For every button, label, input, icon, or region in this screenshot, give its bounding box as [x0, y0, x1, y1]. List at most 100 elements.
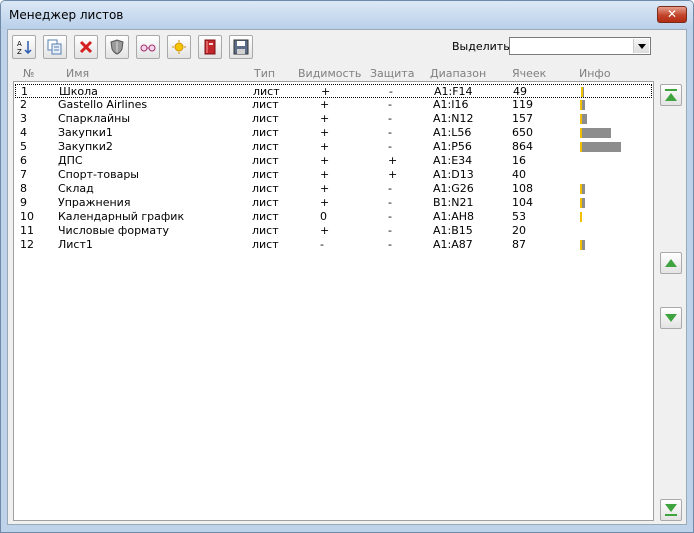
row-protection: - — [388, 196, 392, 209]
save-button[interactable] — [229, 35, 253, 59]
row-num: 1 — [21, 85, 28, 98]
row-visibility: + — [320, 224, 330, 237]
header-num[interactable]: № — [23, 67, 34, 80]
header-range[interactable]: Диапазон — [430, 67, 486, 80]
header-visibility[interactable]: Видимость — [298, 67, 361, 80]
table-row[interactable]: 4 Закупки1 лист + - A1:L56 650 — [15, 126, 652, 140]
workbook-button[interactable] — [198, 35, 222, 59]
window-title: Менеджер листов — [9, 8, 124, 22]
row-name: Склад — [58, 182, 94, 195]
row-num: 11 — [20, 224, 34, 237]
table-row[interactable]: 5 Закупки2 лист + - A1:P56 864 — [15, 140, 652, 154]
row-protection: - — [388, 238, 392, 251]
row-visibility: + — [321, 85, 331, 98]
sheet-manager-window: Менеджер листов ✕ A Z Выделить № Имя Тип… — [0, 0, 694, 533]
info-bar — [580, 212, 582, 222]
new-sheet-button[interactable] — [167, 35, 191, 59]
row-visibility: + — [320, 182, 330, 195]
row-range: A1:D13 — [433, 168, 474, 181]
table-row[interactable]: 8 Склад лист + - A1:G26 108 — [15, 182, 652, 196]
row-num: 10 — [20, 210, 34, 223]
move-top-icon — [665, 89, 677, 101]
info-bar — [580, 198, 585, 208]
row-range: A1:B15 — [433, 224, 473, 237]
row-protection: - — [388, 112, 392, 125]
row-name: Упражнения — [58, 196, 131, 209]
row-visibility: + — [320, 168, 330, 181]
row-cells: 650 — [512, 126, 533, 139]
copy-sheets-button[interactable] — [43, 35, 67, 59]
row-type: лист — [252, 238, 279, 251]
shield-icon — [110, 39, 124, 55]
close-button[interactable]: ✕ — [657, 6, 687, 23]
row-range: A1:I16 — [433, 98, 469, 111]
table-row[interactable]: 12 Лист1 лист - - A1:A87 87 — [15, 238, 652, 252]
table-row[interactable]: 3 Спарклайны лист + - A1:N12 157 — [15, 112, 652, 126]
info-bar — [580, 240, 585, 250]
row-num: 5 — [20, 140, 27, 153]
protect-button[interactable] — [105, 35, 129, 59]
header-type[interactable]: Тип — [254, 67, 275, 80]
row-protection: - — [389, 85, 393, 98]
title-bar[interactable]: Менеджер листов ✕ — [1, 1, 693, 29]
row-cells: 16 — [512, 154, 526, 167]
row-type: лист — [252, 210, 279, 223]
visibility-button[interactable] — [136, 35, 160, 59]
row-range: B1:N21 — [433, 196, 474, 209]
move-up-button[interactable] — [660, 252, 682, 274]
row-num: 8 — [20, 182, 27, 195]
row-num: 12 — [20, 238, 34, 251]
sheet-list[interactable]: 1 Школа лист + - A1:F14 49 2 Gastello Airlines ли… — [13, 81, 654, 521]
row-num: 9 — [20, 196, 27, 209]
row-name: Спарклайны — [58, 112, 131, 125]
header-protection[interactable]: Защита — [370, 67, 414, 80]
info-bar — [581, 87, 584, 97]
row-visibility: + — [320, 98, 330, 111]
row-name: Школа — [59, 85, 98, 98]
move-bottom-button[interactable] — [660, 499, 682, 521]
row-num: 2 — [20, 98, 27, 111]
table-row[interactable]: 2 Gastello Airlines лист + - A1:I16 119 — [15, 98, 652, 112]
delete-button[interactable] — [74, 35, 98, 59]
row-protection: - — [388, 98, 392, 111]
row-type: лист — [252, 154, 279, 167]
move-top-button[interactable] — [660, 84, 682, 106]
header-cells[interactable]: Ячеек — [512, 67, 546, 80]
table-row[interactable]: 11 Числовые формату лист + - A1:B15 20 — [15, 224, 652, 238]
row-type: лист — [252, 140, 279, 153]
move-bottom-icon — [665, 504, 677, 516]
row-name: ДПС — [58, 154, 83, 167]
row-type: лист — [252, 98, 279, 111]
row-cells: 108 — [512, 182, 533, 195]
row-range: A1:L56 — [433, 126, 472, 139]
row-visibility: + — [320, 126, 330, 139]
table-row[interactable]: 1 Школа лист + - A1:F14 49 — [15, 84, 652, 98]
row-range: A1:E34 — [433, 154, 473, 167]
row-visibility: - — [320, 238, 324, 251]
row-cells: 87 — [512, 238, 526, 251]
row-visibility: + — [320, 154, 330, 167]
table-row[interactable]: 7 Спорт-товары лист + + A1:D13 40 — [15, 168, 652, 182]
glasses-icon — [140, 44, 156, 52]
client-area: A Z Выделить № Имя Тип Видимость Защита … — [7, 29, 687, 525]
row-protection: - — [388, 126, 392, 139]
column-headers: № Имя Тип Видимость Защита Диапазон Ячее… — [8, 67, 658, 81]
row-name: Gastello Airlines — [58, 98, 148, 111]
chevron-down-icon[interactable] — [633, 39, 649, 53]
svg-text:Z: Z — [17, 48, 22, 55]
move-down-button[interactable] — [660, 307, 682, 329]
select-dropdown[interactable] — [509, 37, 651, 55]
sort-button[interactable]: A Z — [12, 35, 36, 59]
row-name: Календарный график — [58, 210, 185, 223]
header-name[interactable]: Имя — [66, 67, 89, 80]
table-row[interactable]: 9 Упражнения лист + - B1:N21 104 — [15, 196, 652, 210]
table-row[interactable]: 10 Календарный график лист 0 - A1:AH8 53 — [15, 210, 652, 224]
header-info[interactable]: Инфо — [579, 67, 611, 80]
row-type: лист — [252, 196, 279, 209]
copy-sheets-icon — [47, 39, 62, 55]
info-bar — [580, 100, 585, 110]
close-icon: ✕ — [666, 7, 678, 21]
info-bar — [580, 128, 611, 138]
row-name: Числовые формату — [58, 224, 170, 237]
table-row[interactable]: 6 ДПС лист + + A1:E34 16 — [15, 154, 652, 168]
